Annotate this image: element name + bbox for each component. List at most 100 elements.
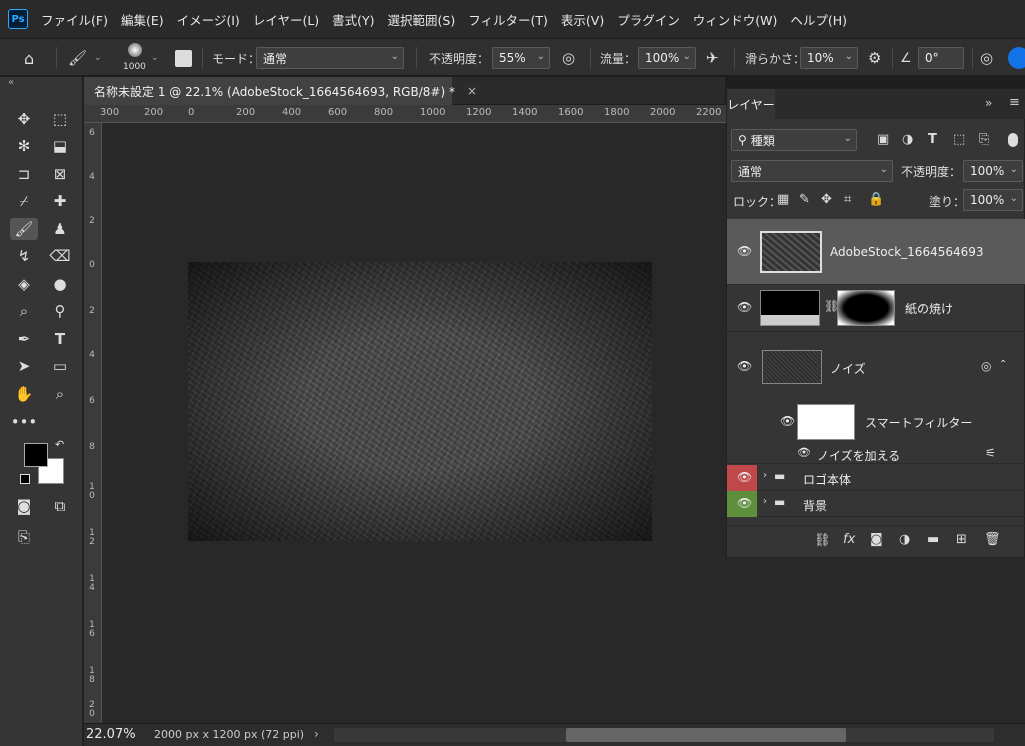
share-icon[interactable] (1008, 47, 1025, 69)
quick-selection-tool-icon[interactable]: ✻ (10, 135, 38, 157)
document-tab[interactable]: 名称未設定 1 @ 22.1% (AdobeStock_1664564693, … (84, 77, 477, 105)
chevron-down-icon[interactable]: ⌄ (151, 39, 159, 77)
default-colors-icon[interactable] (20, 474, 30, 484)
mode-select[interactable]: 通常 ⌄ (256, 47, 404, 69)
eraser-tool-icon[interactable]: ⌫ (46, 245, 74, 267)
smudge-tool-icon[interactable]: ⌕ (10, 300, 38, 322)
menu-image[interactable]: イメージ(I) (177, 10, 240, 29)
rectangle-tool-icon[interactable]: ▭ (46, 355, 74, 377)
brush-tool-icon[interactable]: 🖌 (10, 218, 38, 240)
brush-preview-icon[interactable] (128, 43, 142, 57)
pen-tool-icon[interactable]: ✒ (10, 328, 38, 350)
menu-filter[interactable]: フィルター(T) (468, 10, 548, 29)
menu-help[interactable]: ヘルプ(H) (790, 10, 847, 29)
filter-adjustment-icon[interactable]: ◑ (902, 132, 913, 147)
brush-tool-preset-icon[interactable]: 🖌 (68, 39, 87, 77)
filter-pixel-icon[interactable]: ▣ (877, 132, 889, 147)
frame-tool-icon[interactable]: ⊠ (46, 163, 74, 185)
edit-toolbar-icon[interactable]: ⎘ (10, 526, 38, 548)
menu-view[interactable]: 表示(V) (561, 10, 604, 29)
move-tool-icon[interactable]: ✥ (10, 108, 38, 130)
marquee-tool-icon[interactable]: ⬚ (46, 108, 74, 130)
filter-effect-row[interactable]: 👁 ノイズを加える ⚟ (727, 444, 1025, 464)
filter-shape-icon[interactable]: ⬚ (953, 132, 965, 147)
layer-row-noise[interactable]: 👁 ノイズ ◎ ⌃ (727, 332, 1025, 402)
collapse-icon[interactable]: « (8, 77, 14, 88)
stamp-tool-icon[interactable]: ♟ (46, 218, 74, 240)
hand-tool-icon[interactable]: ✋ (10, 383, 38, 405)
eye-icon[interactable]: 👁 (780, 414, 795, 428)
eyedropper-tool-icon[interactable]: ⌿ (10, 190, 38, 212)
horizontal-scrollbar[interactable] (334, 728, 994, 742)
chevron-down-icon[interactable]: ⌄ (94, 39, 102, 77)
healing-brush-tool-icon[interactable]: ✚ (46, 190, 74, 212)
layer-opacity-field[interactable]: 100% ⌄ (963, 160, 1023, 182)
opacity-field[interactable]: 55% ⌄ (492, 47, 550, 69)
menu-file[interactable]: ファイル(F) (41, 10, 108, 29)
home-icon[interactable]: ⌂ (24, 39, 34, 77)
angle-field[interactable]: 0° (918, 47, 964, 69)
gear-icon[interactable]: ⚙ (868, 39, 881, 77)
smart-filter-row[interactable]: 👁 スマートフィルター (727, 402, 1025, 444)
menu-select[interactable]: 選択範囲(S) (388, 10, 456, 29)
filter-options-icon[interactable]: ⚟ (985, 446, 996, 460)
eye-icon[interactable]: 👁 (797, 446, 811, 459)
adjustment-layer-icon[interactable]: ◑ (899, 532, 910, 547)
brush-settings-icon[interactable] (175, 50, 192, 67)
more-tools-icon[interactable]: ••• (10, 411, 38, 433)
object-selection-tool-icon[interactable]: ⬓ (46, 135, 74, 157)
layer-row-paper-burn[interactable]: 👁 ⛓ 紙の焼け (727, 285, 1025, 332)
eye-icon[interactable]: 👁 (737, 244, 752, 258)
fill-field[interactable]: 100% ⌄ (963, 189, 1023, 211)
zoom-level[interactable]: 22.07% (86, 727, 136, 742)
chevron-up-icon[interactable]: ⌃ (999, 359, 1007, 370)
blur-tool-icon[interactable]: ● (46, 273, 74, 295)
new-group-icon[interactable]: ▬ (927, 532, 939, 547)
dodge-tool-icon[interactable]: ⚲ (46, 300, 74, 322)
layer-row-adobestock[interactable]: 👁 AdobeStock_1664564693 (727, 219, 1025, 285)
swap-colors-icon[interactable]: ↶ (55, 438, 64, 451)
eye-icon[interactable]: 👁 (737, 470, 752, 484)
lock-all-icon[interactable]: 🔒 (868, 192, 884, 207)
filter-type-icon[interactable]: T (928, 132, 937, 147)
eye-icon[interactable]: 👁 (737, 496, 752, 510)
smoothing-field[interactable]: 10% ⌄ (800, 47, 858, 69)
path-selection-tool-icon[interactable]: ➤ (10, 355, 38, 377)
lock-image-icon[interactable]: ✎ (799, 192, 810, 207)
panel-menu-icon[interactable]: ≡ (1009, 95, 1020, 110)
menu-type[interactable]: 書式(Y) (332, 10, 374, 29)
lock-transparent-icon[interactable]: ▦ (777, 192, 789, 207)
filter-toggle[interactable] (1008, 133, 1018, 147)
tab-layers[interactable]: レイヤー (727, 89, 775, 119)
close-icon[interactable]: × (467, 84, 477, 98)
filter-smart-object-icon[interactable]: ⎘ (979, 132, 989, 147)
link-layers-icon[interactable]: ⛓ (814, 533, 831, 548)
layer-group-logo[interactable]: 👁 › ▬ ロゴ本体 (727, 465, 1025, 491)
trash-icon[interactable]: 🗑 (984, 532, 1001, 547)
foreground-color-swatch[interactable] (24, 443, 48, 467)
menu-layer[interactable]: レイヤー(L) (253, 10, 319, 29)
eye-icon[interactable]: 👁 (737, 300, 752, 314)
document-image[interactable] (188, 262, 652, 541)
type-tool-icon[interactable]: T (46, 328, 74, 350)
screen-mode-icon[interactable]: ⧉ (46, 495, 74, 517)
eye-icon[interactable]: 👁 (737, 359, 752, 373)
add-mask-icon[interactable]: ◙ (870, 532, 883, 547)
chevron-right-icon[interactable]: › (763, 470, 767, 481)
history-brush-tool-icon[interactable]: ↯ (10, 245, 38, 267)
chevron-right-icon[interactable]: › (314, 727, 319, 741)
paint-bucket-tool-icon[interactable]: ◈ (10, 273, 38, 295)
flow-field[interactable]: 100% ⌄ (638, 47, 696, 69)
pressure-size-icon[interactable]: ◎ (980, 39, 993, 77)
menu-window[interactable]: ウィンドウ(W) (693, 10, 778, 29)
zoom-tool-icon[interactable]: ⌕ (46, 383, 74, 405)
lock-artboard-icon[interactable]: ⌗ (844, 192, 851, 207)
menu-plugins[interactable]: プラグイン (617, 10, 680, 29)
crop-tool-icon[interactable]: ⊐ (10, 163, 38, 185)
blend-mode-select[interactable]: 通常 ⌄ (731, 160, 893, 182)
chevron-right-icon[interactable]: › (763, 496, 767, 507)
pressure-opacity-icon[interactable]: ◎ (562, 39, 575, 77)
fx-icon[interactable]: fx (843, 532, 855, 547)
airbrush-icon[interactable]: ✈ (706, 39, 719, 77)
menu-edit[interactable]: 編集(E) (121, 10, 164, 29)
